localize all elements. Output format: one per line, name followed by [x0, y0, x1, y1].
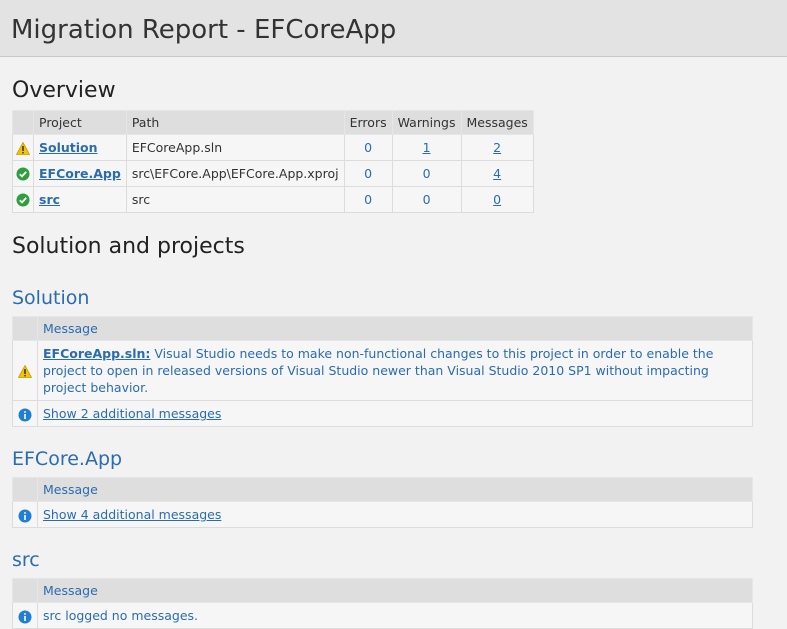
project-link-src[interactable]: src [39, 192, 60, 207]
errors-count: 0 [364, 192, 373, 207]
messages-cell: 4 [460, 160, 534, 187]
messages-count-link[interactable]: 2 [493, 140, 501, 155]
errors-cell: 0 [343, 186, 393, 213]
warnings-count: 0 [422, 166, 431, 181]
warnings-count: 0 [422, 192, 431, 207]
report-header: Migration Report - EFCoreApp [0, 0, 787, 57]
solution-messages-table: Message EFCoreApp.sln: Visual Studio nee… [12, 316, 753, 427]
project-cell: Solution [33, 134, 127, 161]
warnings-cell: 0 [391, 186, 462, 213]
project-cell: src [33, 186, 127, 213]
info-icon [18, 509, 32, 522]
section-title-src: src [12, 549, 40, 571]
path-cell: src [125, 186, 345, 213]
check-circle-icon [16, 167, 30, 181]
table-row: Show 2 additional messages [12, 400, 753, 427]
overview-header-row: Project Path Errors Warnings Messages [12, 110, 534, 135]
info-icon [18, 408, 32, 421]
page-title: Migration Report - EFCoreApp [11, 15, 397, 45]
overview-table: Project Path Errors Warnings Messages So… [12, 110, 534, 213]
project-column-header: Project [33, 110, 127, 135]
message-icon-cell [12, 340, 38, 401]
warning-icon [18, 365, 32, 378]
show-additional-messages-link[interactable]: Show 2 additional messages [43, 406, 221, 421]
message-file-link[interactable]: EFCoreApp.sln: [43, 346, 150, 361]
message-icon-cell [12, 501, 38, 528]
errors-count: 0 [364, 166, 373, 181]
message-cell: Show 4 additional messages [37, 501, 753, 528]
icon-column-header [12, 477, 38, 502]
errors-column-header: Errors [343, 110, 393, 135]
overview-heading: Overview [12, 78, 116, 103]
solution-projects-heading: Solution and projects [12, 234, 245, 259]
messages-header-row: Message [12, 578, 753, 603]
table-row: EFCore.App src\EFCore.App\EFCore.App.xpr… [12, 160, 534, 187]
message-cell: EFCoreApp.sln: Visual Studio needs to ma… [37, 340, 753, 401]
message-cell: src logged no messages. [37, 602, 753, 629]
table-row: Solution EFCoreApp.sln 0 1 2 [12, 134, 534, 161]
messages-header-row: Message [12, 477, 753, 502]
path-column-header: Path [125, 110, 345, 135]
show-additional-messages-link[interactable]: Show 4 additional messages [43, 507, 221, 522]
table-row: EFCoreApp.sln: Visual Studio needs to ma… [12, 340, 753, 401]
status-cell [12, 134, 34, 161]
warnings-count-link[interactable]: 1 [423, 140, 431, 155]
warnings-cell: 1 [391, 134, 462, 161]
status-cell [12, 186, 34, 213]
message-icon-cell [12, 602, 38, 629]
icon-column-header [12, 578, 38, 603]
project-cell: EFCore.App [33, 160, 127, 187]
messages-cell: 2 [460, 134, 534, 161]
section-title-solution: Solution [12, 287, 90, 309]
message-cell: Show 2 additional messages [37, 400, 753, 427]
icon-column-header [12, 316, 38, 341]
messages-count-link[interactable]: 4 [493, 166, 501, 181]
status-column-header [12, 110, 34, 135]
message-column-header: Message [37, 316, 753, 341]
table-row: Show 4 additional messages [12, 501, 753, 528]
message-column-header: Message [37, 578, 753, 603]
warnings-column-header: Warnings [391, 110, 462, 135]
errors-cell: 0 [343, 134, 393, 161]
info-icon [18, 610, 32, 623]
section-title-efcore-app: EFCore.App [12, 448, 123, 470]
errors-count: 0 [364, 140, 373, 155]
status-cell [12, 160, 34, 187]
efcore-app-messages-table: Message Show 4 additional messages [12, 477, 753, 528]
check-circle-icon [16, 193, 30, 207]
report-content: Overview Project Path Errors Warnings Me… [0, 77, 787, 629]
messages-header-row: Message [12, 316, 753, 341]
table-row: src src 0 0 0 [12, 186, 534, 213]
path-cell: src\EFCore.App\EFCore.App.xproj [125, 160, 345, 187]
table-row: src logged no messages. [12, 602, 753, 629]
errors-cell: 0 [343, 160, 393, 187]
project-link-efcore-app[interactable]: EFCore.App [39, 166, 121, 181]
messages-column-header: Messages [460, 110, 534, 135]
path-cell: EFCoreApp.sln [125, 134, 345, 161]
src-messages-table: Message src logged no messages. [12, 578, 753, 629]
warnings-cell: 0 [391, 160, 462, 187]
message-column-header: Message [37, 477, 753, 502]
messages-cell: 0 [460, 186, 534, 213]
messages-count-link[interactable]: 0 [493, 192, 501, 207]
warning-icon [16, 142, 30, 155]
project-link-solution[interactable]: Solution [39, 140, 98, 155]
message-icon-cell [12, 400, 38, 427]
